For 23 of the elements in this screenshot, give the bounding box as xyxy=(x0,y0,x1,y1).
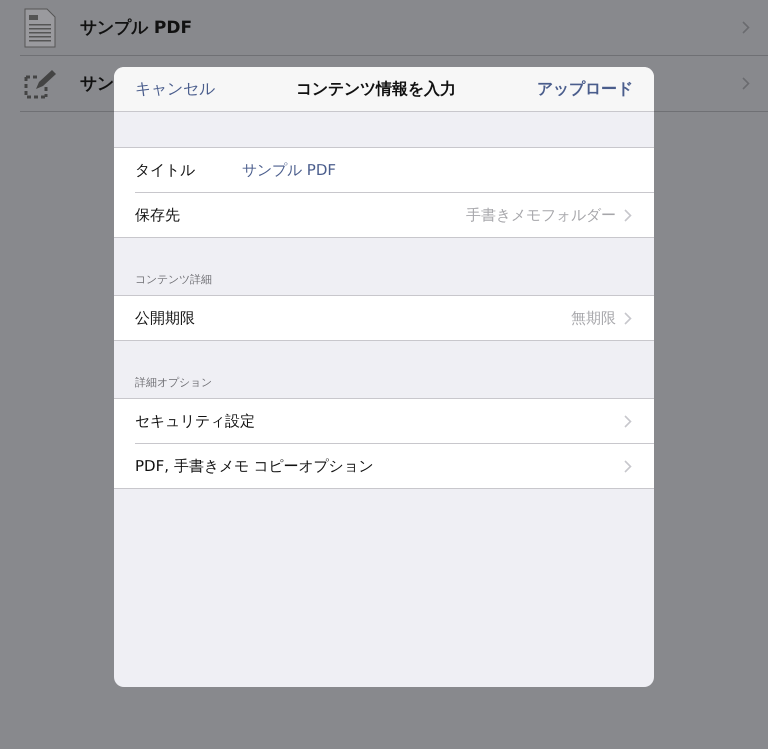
title-field[interactable]: サンプル PDF xyxy=(242,161,632,179)
row-label: 公開期限 xyxy=(135,308,196,328)
dialog-title: コンテンツ情報を入力 xyxy=(296,78,456,100)
row-value: 手書きメモフォルダー xyxy=(466,206,616,224)
row-label: 保存先 xyxy=(135,206,181,224)
chevron-icon xyxy=(624,460,632,472)
document-title: サン xyxy=(80,73,114,95)
chevron-icon xyxy=(742,21,750,34)
chevron-icon xyxy=(742,77,750,90)
document-icon xyxy=(24,8,56,48)
chevron-icon xyxy=(624,414,632,428)
document-title: サンプル PDF xyxy=(80,17,192,39)
row-label: セキュリティ設定 xyxy=(135,412,255,430)
section-header: 詳細オプション xyxy=(135,375,212,390)
row-label: PDF, 手書きメモ コピーオプション xyxy=(135,456,374,476)
pencil-square-icon xyxy=(24,68,56,98)
cancel-button[interactable]: キャンセル xyxy=(135,78,215,100)
chevron-icon xyxy=(624,312,632,324)
chevron-icon xyxy=(624,208,632,222)
upload-button[interactable]: アップロード xyxy=(537,78,633,100)
row-label: タイトル xyxy=(135,160,196,180)
row-value: 無期限 xyxy=(571,308,616,328)
section-header: コンテンツ詳細 xyxy=(135,272,212,287)
